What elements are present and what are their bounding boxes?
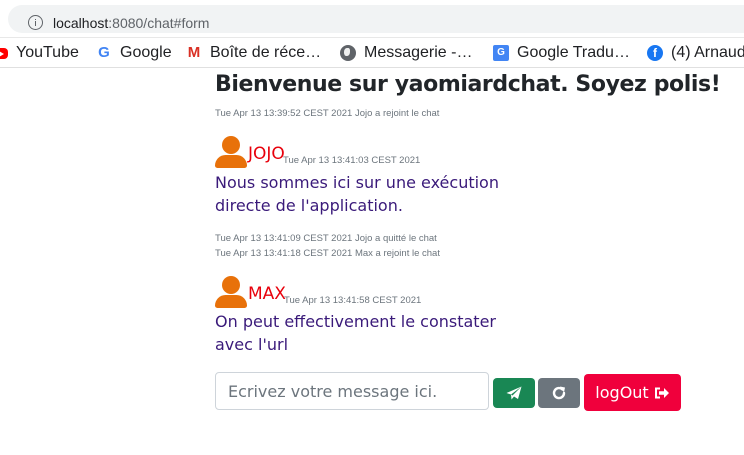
message-input[interactable] [215, 372, 489, 410]
send-button[interactable] [493, 378, 535, 408]
globe-icon [340, 45, 356, 61]
bookmarks-bar: YouTube G Google M Boîte de réce… Messag… [0, 38, 744, 68]
user-avatar-icon [215, 136, 247, 168]
google-icon: G [98, 44, 110, 61]
username: MAX [248, 284, 286, 304]
system-message: Tue Apr 13 13:41:18 CEST 2021 Max a rejo… [215, 248, 440, 259]
bookmark-facebook[interactable]: f (4) Arnaud [647, 44, 744, 62]
google-translate-icon: G [493, 45, 509, 61]
bookmark-label: Messagerie -… [364, 44, 473, 61]
bookmark-google[interactable]: G Google [96, 44, 172, 62]
bookmark-messagerie[interactable]: Messagerie -… [340, 44, 472, 62]
bookmark-label: Boîte de réce… [210, 44, 322, 61]
youtube-icon [0, 48, 8, 59]
message-timestamp: Tue Apr 13 13:41:03 CEST 2021 [283, 155, 421, 166]
bookmark-label: Google [120, 44, 172, 61]
system-message: Tue Apr 13 13:41:09 CEST 2021 Jojo a qui… [215, 233, 437, 244]
bookmark-label: YouTube [16, 44, 79, 61]
site-info-icon[interactable] [28, 15, 43, 30]
bookmark-youtube[interactable]: YouTube [0, 44, 79, 62]
browser-address-bar: localhost:8080/chat#form [0, 0, 744, 38]
sign-out-icon [654, 387, 669, 398]
username: JOJO [248, 144, 285, 164]
chat-message-text: Nous sommes ici sur une exécution direct… [215, 173, 499, 215]
paper-plane-icon [506, 386, 522, 399]
bookmark-gmail[interactable]: M Boîte de réce… [186, 44, 321, 62]
bookmark-label: Google Tradu… [517, 44, 630, 61]
redo-icon [552, 386, 566, 400]
refresh-button[interactable] [538, 378, 580, 408]
url-path: :8080/chat#form [108, 15, 210, 31]
bookmark-google-translate[interactable]: G Google Tradu… [493, 44, 630, 62]
bookmark-label: (4) Arnaud [671, 44, 744, 61]
url-field[interactable]: localhost:8080/chat#form [8, 5, 744, 33]
url-text[interactable]: localhost:8080/chat#form [53, 15, 209, 31]
logout-label: logOut [595, 383, 649, 402]
system-message: Tue Apr 13 13:39:52 CEST 2021 Jojo a rej… [215, 108, 440, 119]
chat-message-text: On peut effectivement le constater avec … [215, 312, 496, 354]
facebook-icon: f [647, 45, 663, 61]
message-timestamp: Tue Apr 13 13:41:58 CEST 2021 [284, 295, 422, 306]
page-title: Bienvenue sur yaomiardchat. Soyez polis! [215, 72, 721, 97]
logout-button[interactable]: logOut [584, 374, 681, 411]
user-avatar-icon [215, 276, 247, 308]
url-host: localhost [53, 15, 109, 31]
gmail-icon: M [187, 44, 201, 61]
